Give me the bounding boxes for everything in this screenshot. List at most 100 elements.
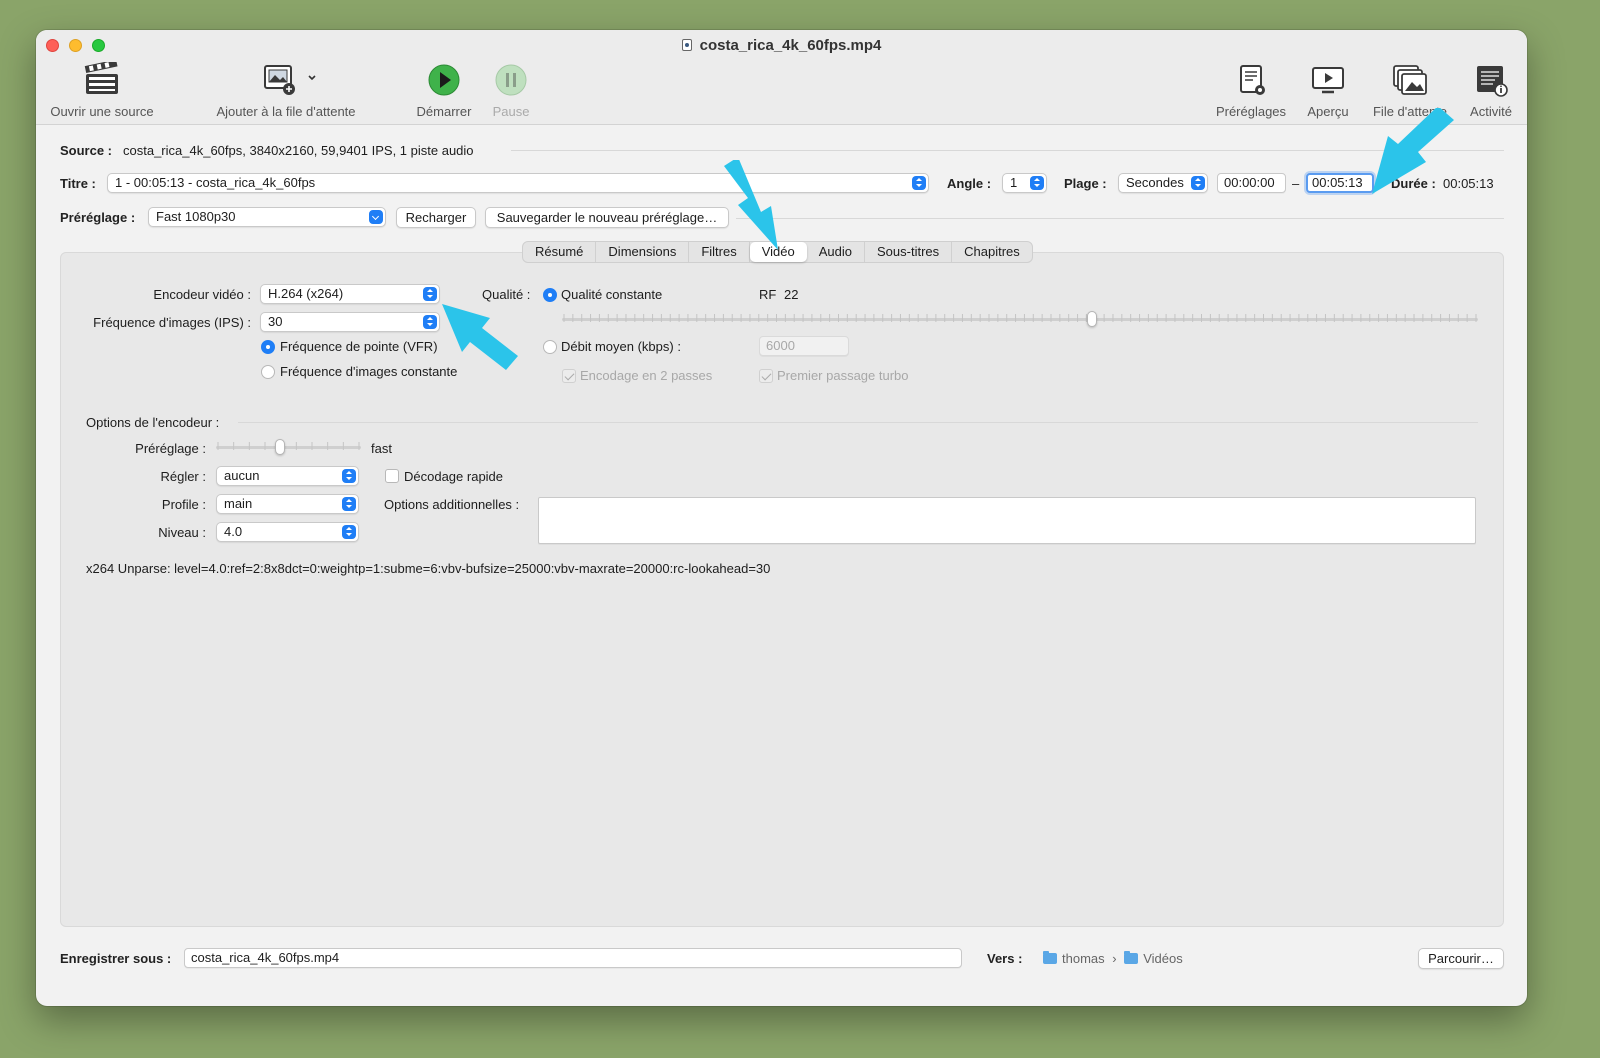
divider <box>736 218 1504 219</box>
preview-button[interactable]: Aperçu <box>1298 62 1358 119</box>
range-dash: – <box>1292 176 1300 191</box>
extra-options-label: Options additionnelles : <box>384 497 520 512</box>
cfr-label: Fréquence d'images constante <box>280 364 458 379</box>
encoder-preset-ticks <box>217 442 360 450</box>
browse-button[interactable]: Parcourir… <box>1418 948 1504 969</box>
folder-icon <box>1043 951 1057 964</box>
tab-summary[interactable]: Résumé <box>523 242 597 262</box>
encoder-preset-thumb[interactable] <box>275 439 285 455</box>
angle-label: Angle : <box>947 176 992 191</box>
activity-button[interactable]: Activité <box>1460 62 1522 119</box>
presets-icon <box>1240 65 1265 95</box>
rf-label: RF <box>759 287 777 302</box>
constant-quality-radio[interactable] <box>543 288 557 302</box>
toolbar: costa_rica_4k_60fps.mp4 Ouvrir une sourc… <box>36 30 1527 125</box>
angle-select[interactable]: 1 <box>1002 173 1047 193</box>
cfr-radio[interactable] <box>261 365 275 379</box>
encoder-options-label: Options de l'encodeur : <box>86 415 220 430</box>
encoder-select[interactable]: H.264 (x264) <box>260 284 440 304</box>
destination-label: Vers : <box>987 951 1023 966</box>
level-select[interactable]: 4.0 <box>216 522 359 542</box>
vfr-radio[interactable] <box>261 340 275 354</box>
rf-value: 22 <box>784 287 799 302</box>
title-label: Titre : <box>60 176 96 191</box>
stepper-icon <box>342 469 356 483</box>
presets-button[interactable]: Préréglages <box>1206 62 1296 119</box>
queue-icon <box>1393 65 1427 95</box>
stepper-icon <box>1030 176 1044 190</box>
turbo-first-pass-label: Premier passage turbo <box>777 368 909 383</box>
encoder-preset-slider[interactable] <box>216 438 361 458</box>
extra-options-field[interactable] <box>538 497 1476 544</box>
framerate-select[interactable]: 30 <box>260 312 440 332</box>
rf-slider-ticks <box>563 314 1477 322</box>
source-label: Source : <box>60 143 113 158</box>
app-window: costa_rica_4k_60fps.mp4 Ouvrir une sourc… <box>36 30 1527 1006</box>
tune-label: Régler : <box>160 469 206 484</box>
fast-decode-checkbox[interactable] <box>385 469 399 483</box>
rf-slider[interactable] <box>562 310 1478 330</box>
preview-icon <box>1312 67 1344 94</box>
framerate-label: Fréquence d'images (IPS) : <box>93 315 251 330</box>
preset-label: Préréglage : <box>60 210 136 225</box>
stepper-icon <box>912 176 926 190</box>
range-end-field[interactable]: 00:05:13 <box>1306 173 1374 193</box>
range-label: Plage : <box>1064 176 1107 191</box>
open-source-button[interactable]: Ouvrir une source <box>46 62 158 119</box>
add-to-queue-button[interactable]: Ajouter à la file d'attente <box>204 62 368 119</box>
avg-bitrate-radio[interactable] <box>543 340 557 354</box>
tune-select[interactable]: aucun <box>216 466 359 486</box>
constant-quality-label: Qualité constante <box>561 287 663 302</box>
start-button[interactable]: Démarrer <box>406 62 482 119</box>
encoder-preset-value: fast <box>371 441 392 456</box>
x264-unparse-text: x264 Unparse: level=4.0:ref=2:8x8dct=0:w… <box>86 561 771 576</box>
annotation-arrow-icon <box>442 304 518 370</box>
window-title: costa_rica_4k_60fps.mp4 <box>36 37 1527 54</box>
range-start-field[interactable]: 00:00:00 <box>1217 173 1286 193</box>
vfr-label: Fréquence de pointe (VFR) <box>280 339 438 354</box>
stepper-icon <box>423 287 437 301</box>
divider <box>511 150 1504 151</box>
annotation-arrow-icon <box>1372 108 1454 194</box>
turbo-first-pass-checkbox[interactable] <box>759 369 773 383</box>
save-new-preset-button[interactable]: Sauvegarder le nouveau préréglage… <box>485 207 729 228</box>
save-as-field[interactable]: costa_rica_4k_60fps.mp4 <box>184 948 962 968</box>
tab-chapters[interactable]: Chapitres <box>952 242 1032 262</box>
annotation-arrow-icon <box>724 160 778 250</box>
stepper-icon <box>423 315 437 329</box>
document-icon <box>681 39 692 51</box>
source-info: costa_rica_4k_60fps, 3840x2160, 59,9401 … <box>123 143 474 158</box>
pause-icon <box>495 64 527 96</box>
profile-select[interactable]: main <box>216 494 359 514</box>
two-pass-checkbox[interactable] <box>562 369 576 383</box>
play-icon <box>428 64 460 96</box>
destination-path[interactable]: thomas › Vidéos <box>1043 951 1183 966</box>
stepper-icon <box>1191 176 1205 190</box>
activity-icon <box>1477 66 1508 97</box>
tab-audio[interactable]: Audio <box>807 242 865 262</box>
chevron-down-icon <box>369 210 383 224</box>
save-as-label: Enregistrer sous : <box>60 951 172 966</box>
pause-button[interactable]: Pause <box>486 62 536 119</box>
fast-decode-label: Décodage rapide <box>404 469 504 484</box>
divider <box>238 422 1478 423</box>
encoder-preset-label: Préréglage : <box>135 441 206 456</box>
rf-slider-thumb[interactable] <box>1087 311 1097 327</box>
folder-icon <box>1124 951 1139 964</box>
tab-subtitles[interactable]: Sous-titres <box>865 242 953 262</box>
stepper-icon <box>342 497 356 511</box>
encoder-label: Encodeur vidéo : <box>153 287 251 302</box>
reload-preset-button[interactable]: Recharger <box>396 207 476 228</box>
level-label: Niveau : <box>158 525 206 540</box>
avg-bitrate-label: Débit moyen (kbps) : <box>561 339 681 354</box>
clapperboard-icon <box>84 62 118 94</box>
avg-bitrate-field[interactable]: 6000 <box>759 336 849 356</box>
add-to-queue-icon <box>264 65 316 95</box>
profile-label: Profile : <box>161 497 206 512</box>
title-select[interactable]: 1 - 00:05:13 - costa_rica_4k_60fps <box>107 173 929 193</box>
stepper-icon <box>342 525 356 539</box>
range-type-select[interactable]: Secondes <box>1118 173 1208 193</box>
tab-dimensions[interactable]: Dimensions <box>596 242 690 262</box>
preset-select[interactable]: Fast 1080p30 <box>148 207 386 227</box>
two-pass-label: Encodage en 2 passes <box>580 368 713 383</box>
